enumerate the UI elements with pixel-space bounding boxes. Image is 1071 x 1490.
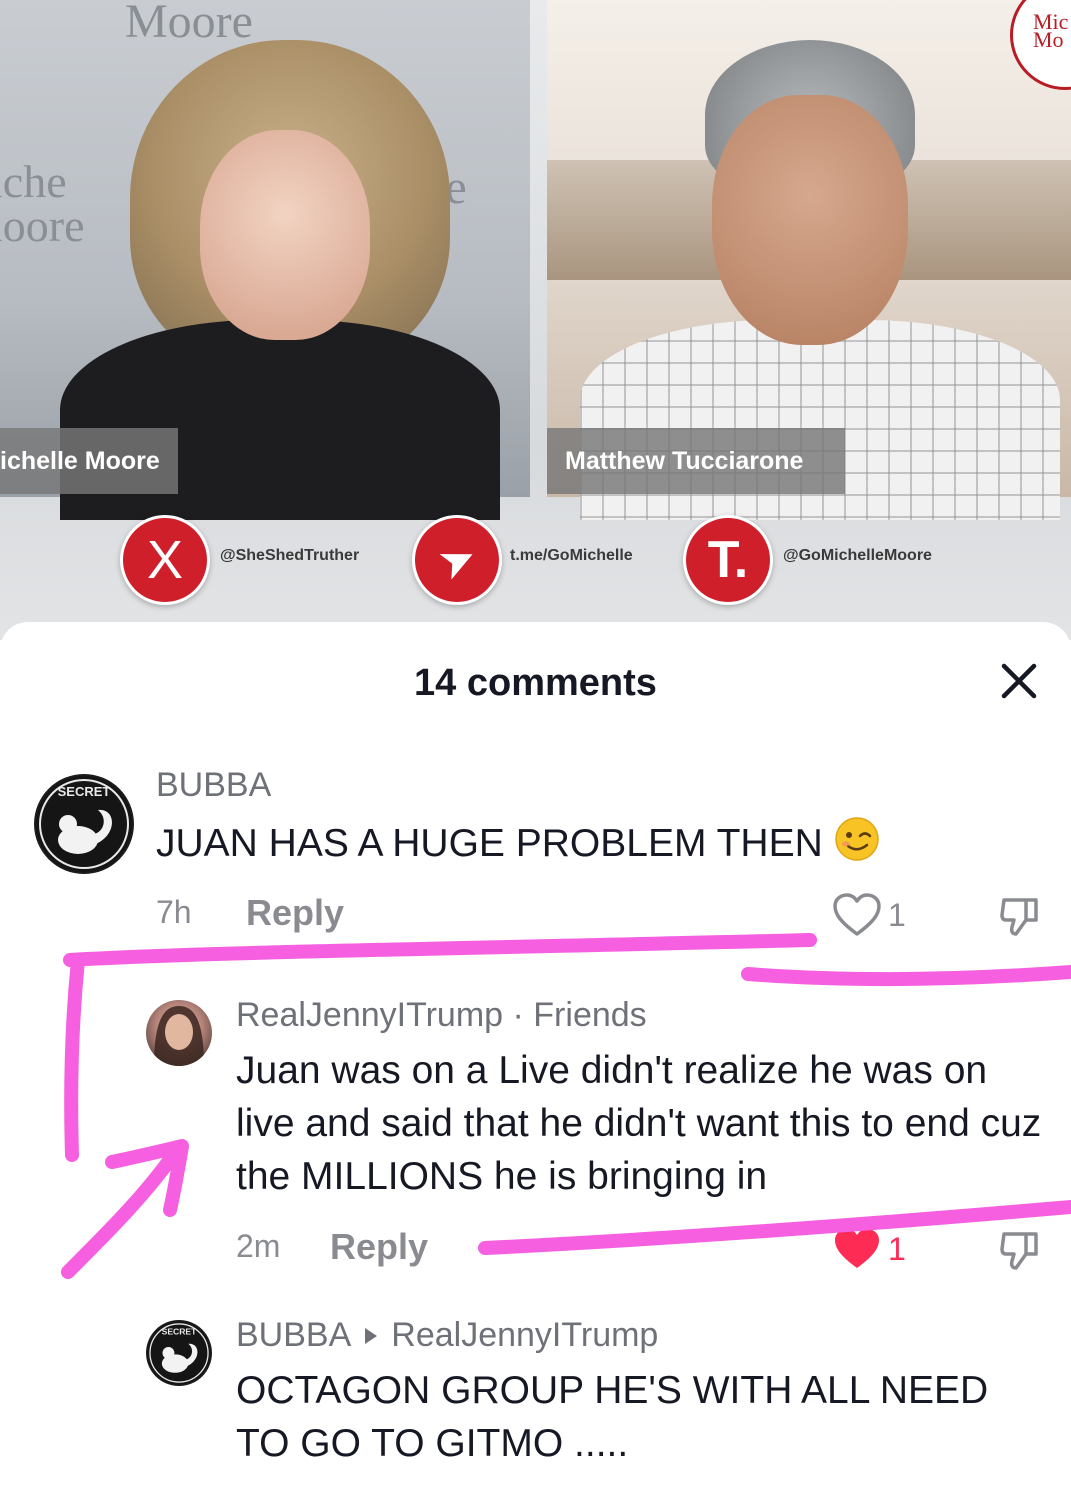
x-handle: @SheShedTruther	[220, 547, 360, 564]
squirrel-avatar-image: SECRET	[147, 1321, 211, 1385]
heart-outline-icon	[833, 893, 881, 936]
reply-button[interactable]: Reply	[330, 1226, 428, 1268]
reply-button[interactable]: Reply	[246, 892, 344, 934]
like-button[interactable]: 1	[832, 1226, 906, 1272]
comment-text: OCTAGON GROUP HE'S WITH ALL NEED TO GO T…	[236, 1369, 989, 1465]
svg-text:SECRET: SECRET	[58, 784, 111, 799]
dislike-icon[interactable]	[998, 894, 1042, 943]
brand-badge-text: Mic Mo	[1033, 9, 1069, 52]
truth-glyph: T.	[707, 531, 749, 589]
host-face	[200, 130, 370, 340]
wall-text-top: Moore	[125, 0, 253, 48]
avatar[interactable]: SECRET	[34, 774, 134, 874]
x-glyph: X	[146, 530, 184, 590]
comments-count-title: 14 comments	[414, 662, 657, 704]
caret-right-icon	[365, 1327, 378, 1344]
close-icon[interactable]	[994, 656, 1044, 706]
winking-face-icon	[834, 817, 879, 861]
comment-text-body: JUAN HAS A HUGE PROBLEM THEN	[156, 822, 823, 865]
wall-text-side: iche loore	[0, 156, 85, 251]
comment-username[interactable]: BUBBA	[156, 766, 271, 805]
user-photo-avatar	[154, 1006, 204, 1066]
username-link[interactable]: BUBBA	[236, 1316, 351, 1355]
avatar[interactable]	[146, 1000, 212, 1066]
comments-sheet: 14 comments SECRET BUBBA JUAN HAS A HUGE…	[0, 622, 1071, 1490]
like-count: 1	[888, 896, 906, 933]
like-button[interactable]: 1	[832, 892, 906, 938]
dislike-icon[interactable]	[998, 1228, 1042, 1277]
comment-text: JUAN HAS A HUGE PROBLEM THEN	[156, 816, 1036, 870]
comment-item: SECRET BUBBA RealJennyITrump OCTAGON GRO…	[0, 1312, 1071, 1490]
comment-username: BUBBA RealJennyITrump	[236, 1316, 658, 1355]
video-player[interactable]: Moore iche loore le Mo ichelle Moore Mat…	[0, 0, 1071, 640]
squirrel-avatar-image: SECRET	[36, 776, 132, 872]
friends-label: · Friends	[503, 996, 647, 1034]
social-handles-bar: X @SheShedTruther ➤ t.me/GoMichelle T. @…	[0, 510, 1071, 610]
comment-time: 2m	[236, 1228, 281, 1264]
x-logo-icon: X	[120, 515, 210, 605]
avatar[interactable]: SECRET	[146, 1320, 212, 1386]
svg-text:SECRET: SECRET	[162, 1327, 198, 1337]
comment-item: RealJennyITrump · Friends Juan was on a …	[0, 992, 1071, 1272]
comment-time: 7h	[156, 894, 192, 930]
telegram-handle: t.me/GoMichelle	[510, 547, 633, 564]
heart-filled-icon	[835, 1229, 879, 1268]
truth-social-icon: T.	[683, 515, 773, 605]
comment-item: SECRET BUBBA JUAN HAS A HUGE PROBLEM THE…	[0, 762, 1071, 942]
guest-name-label: Matthew Tucciarone	[547, 428, 845, 494]
username-link[interactable]: RealJennyITrump	[236, 996, 503, 1034]
telegram-glyph: ➤	[429, 530, 485, 590]
guest-face	[712, 95, 908, 345]
host-name-label: ichelle Moore	[0, 428, 178, 494]
reply-to-username[interactable]: RealJennyITrump	[391, 1316, 658, 1355]
truth-handle: @GoMichelleMoore	[783, 547, 932, 564]
like-count: 1	[888, 1230, 906, 1267]
telegram-icon: ➤	[412, 515, 502, 605]
comment-username: RealJennyITrump · Friends	[236, 996, 647, 1035]
comment-text: Juan was on a Live didn't realize he was…	[236, 1049, 1042, 1198]
